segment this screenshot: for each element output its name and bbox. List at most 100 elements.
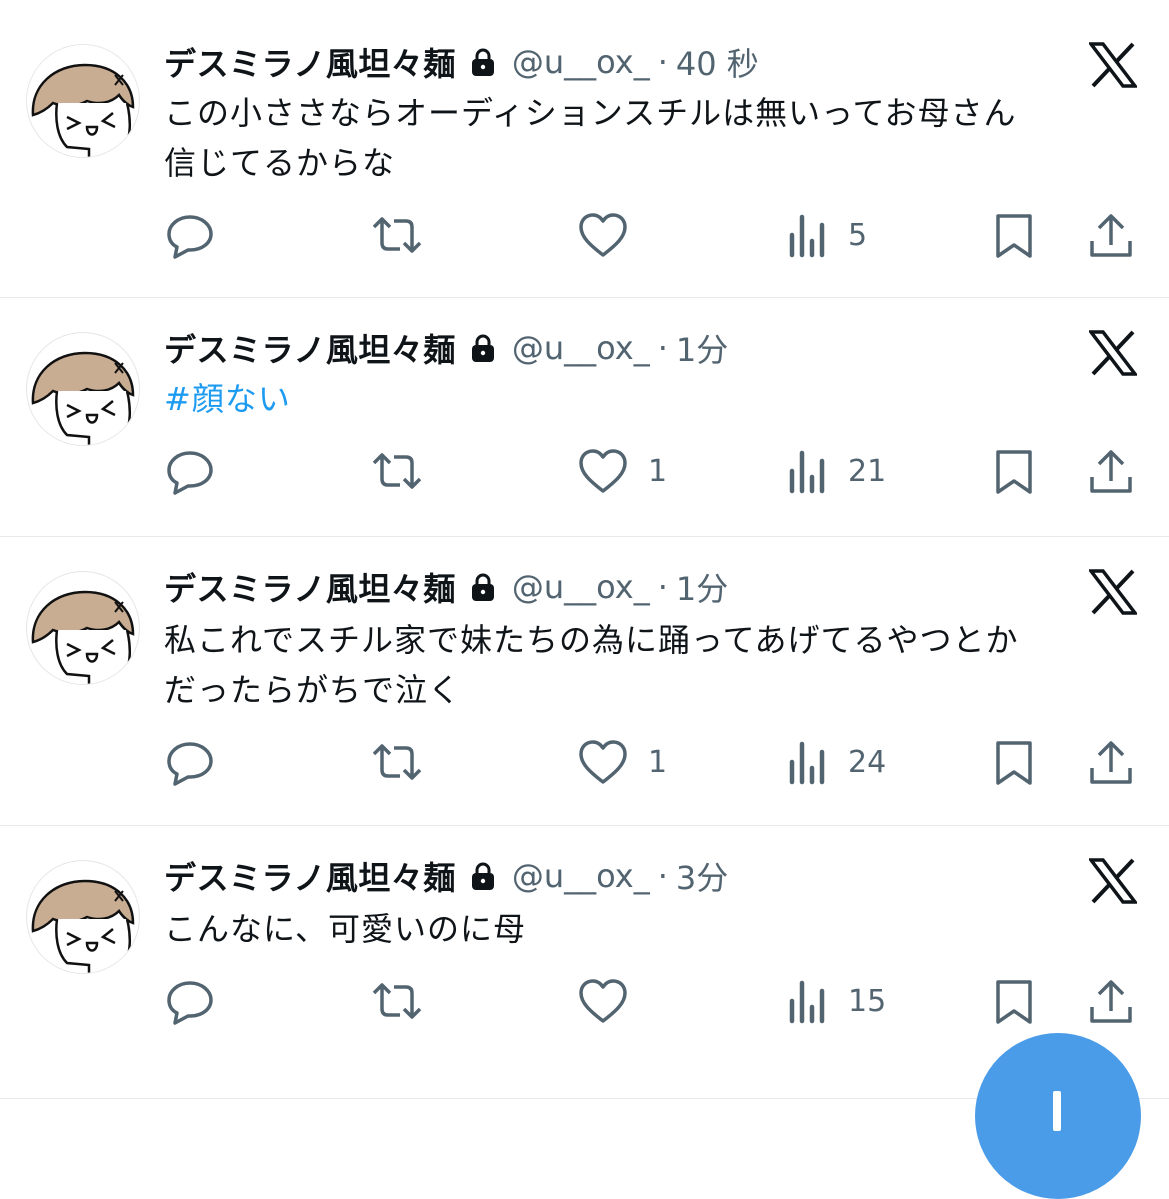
tweet-text-line: こんなに、可愛いのに母 (164, 910, 527, 948)
handle[interactable]: @u__ox_ (512, 329, 650, 367)
avatar[interactable] (26, 571, 140, 685)
like-button[interactable] (578, 210, 628, 260)
separator: · (657, 857, 668, 895)
bookmark-icon (993, 211, 1035, 259)
views-count: 21 (848, 453, 887, 489)
tweet[interactable]: デスミラノ風坦々麺 @u__ox_ · 1分 #顔ない 1 21 (0, 298, 1169, 537)
action-bar: 1 24 (0, 737, 1169, 787)
timestamp[interactable]: 3分 (676, 853, 728, 899)
reply-icon (166, 211, 214, 259)
action-bar: 15 (0, 976, 1169, 1026)
avatar[interactable] (26, 44, 140, 158)
views-button[interactable]: 21 (788, 446, 886, 496)
bookmark-icon (993, 977, 1035, 1025)
x-logo-icon (1087, 569, 1139, 615)
heart-icon (578, 211, 628, 259)
timeline: デスミラノ風坦々麺 @u__ox_ · 40 秒 この小ささならオーディションス… (0, 0, 1169, 1099)
hashtag-link[interactable]: #顔ない (164, 380, 291, 418)
share-icon (1088, 738, 1134, 786)
handle[interactable]: @u__ox_ (512, 43, 650, 81)
retweet-button[interactable] (370, 210, 424, 260)
retweet-icon (370, 211, 424, 259)
tweet-text-line: だったらがちで泣く (164, 671, 462, 709)
retweet-button[interactable] (370, 446, 424, 496)
lock-icon (470, 47, 496, 77)
separator: · (657, 329, 668, 367)
reply-button[interactable] (166, 446, 214, 496)
share-button[interactable] (1088, 446, 1134, 496)
like-count: 1 (648, 453, 668, 489)
tweet[interactable]: デスミラノ風坦々麺 @u__ox_ · 40 秒 この小ささならオーディションス… (0, 0, 1169, 298)
tweet-header: デスミラノ風坦々麺 @u__ox_ · 40 秒 (164, 40, 759, 84)
views-count: 5 (848, 217, 868, 253)
action-bar: 5 (0, 210, 1169, 260)
reply-button[interactable] (166, 976, 214, 1026)
compose-plus-icon (1053, 1091, 1061, 1131)
reply-icon (166, 447, 214, 495)
retweet-icon (370, 738, 424, 786)
handle[interactable]: @u__ox_ (512, 568, 650, 606)
views-icon (788, 738, 828, 786)
share-icon (1088, 977, 1134, 1025)
share-icon (1088, 447, 1134, 495)
timestamp[interactable]: 1分 (676, 325, 728, 371)
display-name[interactable]: デスミラノ風坦々麺 (164, 853, 456, 899)
reply-button[interactable] (166, 210, 214, 260)
tweet[interactable]: デスミラノ風坦々麺 @u__ox_ · 3分 こんなに、可愛いのに母 15 (0, 826, 1169, 1099)
compose-button[interactable] (975, 1033, 1141, 1199)
views-count: 15 (848, 983, 887, 1019)
x-logo-icon (1087, 858, 1139, 904)
retweet-icon (370, 977, 424, 1025)
reply-button[interactable] (166, 737, 214, 787)
share-icon (1088, 211, 1134, 259)
separator: · (657, 43, 668, 81)
tweet-header: デスミラノ風坦々麺 @u__ox_ · 1分 (164, 565, 728, 609)
share-button[interactable] (1088, 210, 1134, 260)
avatar[interactable] (26, 332, 140, 446)
display-name[interactable]: デスミラノ風坦々麺 (164, 39, 456, 85)
views-icon (788, 211, 828, 259)
action-bar: 1 21 (0, 446, 1169, 496)
like-button[interactable]: 1 (578, 446, 667, 496)
display-name[interactable]: デスミラノ風坦々麺 (164, 325, 456, 371)
bookmark-button[interactable] (993, 446, 1035, 496)
retweet-icon (370, 447, 424, 495)
like-button[interactable]: 1 (578, 737, 667, 787)
retweet-button[interactable] (370, 737, 424, 787)
tweet-text-line: この小ささならオーディションスチルは無いってお母さん (164, 94, 1017, 132)
heart-icon (578, 738, 628, 786)
separator: · (657, 568, 668, 606)
tweet-header: デスミラノ風坦々麺 @u__ox_ · 3分 (164, 854, 728, 898)
x-logo-icon (1087, 330, 1139, 376)
timestamp[interactable]: 1分 (676, 564, 728, 610)
tweet[interactable]: デスミラノ風坦々麺 @u__ox_ · 1分 私これでスチル家で妹たちの為に踊っ… (0, 537, 1169, 826)
lock-icon (470, 333, 496, 363)
tweet-header: デスミラノ風坦々麺 @u__ox_ · 1分 (164, 326, 728, 370)
bookmark-button[interactable] (993, 737, 1035, 787)
views-icon (788, 447, 828, 495)
heart-icon (578, 447, 628, 495)
tweet-text-line: 信じてるからな (164, 144, 396, 182)
like-button[interactable] (578, 976, 628, 1026)
tweet-text: この小ささならオーディションスチルは無いってお母さん 信じてるからな (164, 88, 1124, 188)
reply-icon (166, 738, 214, 786)
tweet-text: こんなに、可愛いのに母 (164, 904, 1124, 954)
x-logo-icon (1087, 42, 1139, 88)
tweet-text: 私これでスチル家で妹たちの為に踊ってあげてるやつとか だったらがちで泣く (164, 615, 1124, 715)
views-button[interactable]: 5 (788, 210, 867, 260)
bookmark-button[interactable] (993, 976, 1035, 1026)
lock-icon (470, 572, 496, 602)
share-button[interactable] (1088, 976, 1134, 1026)
display-name[interactable]: デスミラノ風坦々麺 (164, 564, 456, 610)
bookmark-icon (993, 738, 1035, 786)
like-count: 1 (648, 744, 668, 780)
handle[interactable]: @u__ox_ (512, 857, 650, 895)
timestamp[interactable]: 40 秒 (676, 39, 759, 85)
retweet-button[interactable] (370, 976, 424, 1026)
views-button[interactable]: 15 (788, 976, 886, 1026)
share-button[interactable] (1088, 737, 1134, 787)
avatar[interactable] (26, 860, 140, 974)
views-button[interactable]: 24 (788, 737, 886, 787)
bookmark-button[interactable] (993, 210, 1035, 260)
lock-icon (470, 861, 496, 891)
